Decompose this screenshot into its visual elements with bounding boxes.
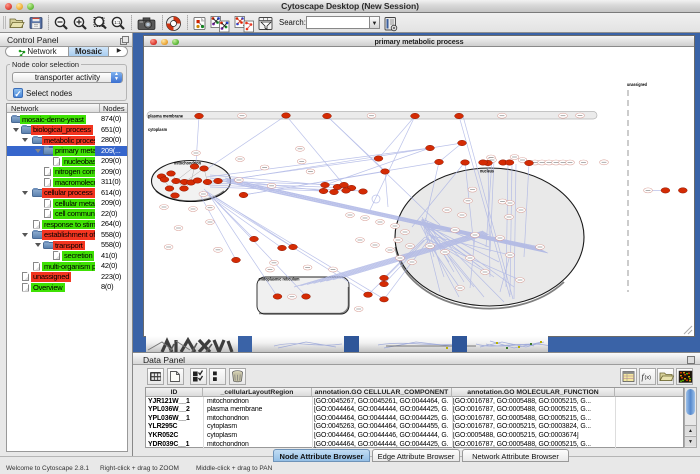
svg-text:cytoplasm: cytoplasm [148, 127, 167, 133]
svg-text:nucleus: nucleus [480, 169, 494, 175]
svg-text:endoplasmic reticulum: endoplasmic reticulum [259, 277, 300, 282]
svg-text:unassigned: unassigned [627, 82, 647, 88]
svg-text:(x): (x) [645, 375, 652, 381]
svg-text:plasma membrane: plasma membrane [148, 114, 183, 120]
svg-text:1:1: 1:1 [114, 20, 121, 25]
